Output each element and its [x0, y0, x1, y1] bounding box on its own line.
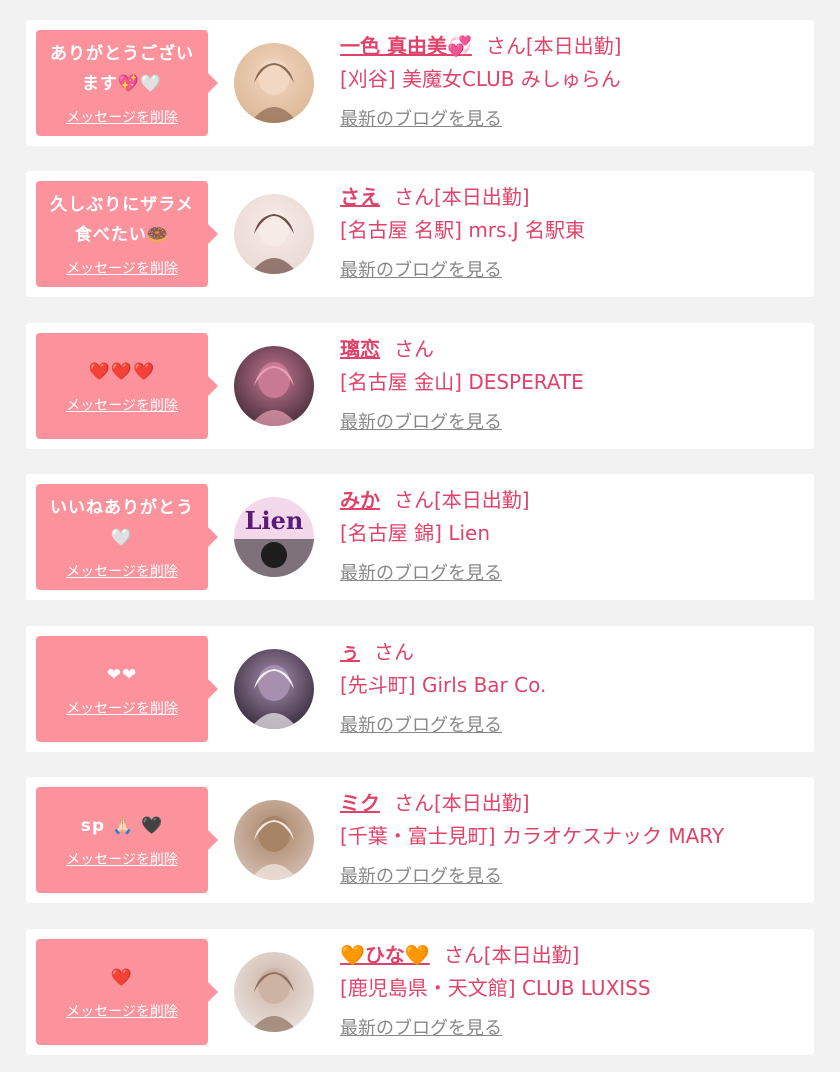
message-card: いいねありがとう 🤍 メッセージを削除 Lien みか さん[本日出勤] [名古屋…: [26, 474, 814, 600]
message-text: ありがとうござい ます💖🤍: [50, 44, 194, 94]
status-text: さん[本日出勤]: [485, 34, 622, 58]
cast-info: 一色 真由美💞 さん[本日出勤] [刈谷] 美魔女CLUB みしゅらん 最新のブロ…: [340, 32, 804, 133]
avatar-logo-text: Lien: [245, 506, 304, 535]
greeting-message-list: ありがとうござい ます💖🤍 メッセージを削除 一色 真由美💞 さん[本日出勤] […: [0, 0, 840, 1072]
status-text: さん[本日出勤]: [394, 185, 530, 209]
view-latest-blog-link[interactable]: 最新のブログを見る: [340, 713, 502, 739]
shop-name: [刈谷] 美魔女CLUB みしゅらん: [340, 67, 621, 91]
cast-name-row: 一色 真由美💞 さん[本日出勤]: [340, 32, 804, 60]
delete-message-link[interactable]: メッセージを削除: [66, 698, 178, 718]
cast-info: みか さん[本日出勤] [名古屋 錦] Lien 最新のブログを見る: [340, 486, 804, 587]
cast-name-link[interactable]: ぅ: [340, 640, 360, 664]
message-text: 久しぶりにザラメ 食べたい🍩: [50, 195, 194, 245]
avatar[interactable]: [234, 952, 314, 1032]
cast-name-link[interactable]: 一色 真由美💞: [340, 34, 472, 58]
shop-name: [名古屋 金山] DESPERATE: [340, 370, 584, 394]
delete-message-link[interactable]: メッセージを削除: [66, 561, 178, 581]
delete-message-link[interactable]: メッセージを削除: [66, 107, 178, 127]
message-text: いいねありがとう 🤍: [50, 498, 194, 548]
cast-name-row: みか さん[本日出勤]: [340, 486, 804, 514]
delete-message-link[interactable]: メッセージを削除: [66, 395, 178, 415]
view-latest-blog-link[interactable]: 最新のブログを見る: [340, 1016, 502, 1042]
shop-name: [名古屋 名駅] mrs.J 名駅東: [340, 218, 586, 242]
status-text: さん: [374, 640, 414, 664]
message-bubble: ❤︎❤︎ メッセージを削除: [36, 636, 218, 742]
message-bubble: sp 🙏🏻 🖤 メッセージを削除: [36, 787, 218, 893]
status-text: さん[本日出勤]: [394, 488, 530, 512]
message-card: ❤️❤️❤️ メッセージを削除 璃恋 さん [名古屋 金山] DESPERATE …: [26, 323, 814, 449]
shop-name: [名古屋 錦] Lien: [340, 521, 490, 545]
cast-name-link[interactable]: さえ: [340, 185, 380, 209]
message-card: ありがとうござい ます💖🤍 メッセージを削除 一色 真由美💞 さん[本日出勤] […: [26, 20, 814, 146]
avatar[interactable]: [234, 800, 314, 880]
delete-message-link[interactable]: メッセージを削除: [66, 1001, 178, 1021]
shop-name: [千葉・富士見町] カラオケスナック MARY: [340, 824, 725, 848]
view-latest-blog-link[interactable]: 最新のブログを見る: [340, 258, 502, 284]
message-card: 久しぶりにザラメ 食べたい🍩 メッセージを削除 さえ さん[本日出勤] [名古屋 …: [26, 171, 814, 297]
cast-name-link[interactable]: 璃恋: [340, 337, 380, 361]
message-text: ❤️: [110, 968, 134, 988]
cast-name-row: 璃恋 さん: [340, 335, 804, 363]
cast-name-row: 🧡ひな🧡 さん[本日出勤]: [340, 941, 804, 969]
cast-name-link[interactable]: 🧡ひな🧡: [340, 943, 430, 967]
cast-info: ミク さん[本日出勤] [千葉・富士見町] カラオケスナック MARY 最新のブロ…: [340, 789, 804, 890]
message-card: ❤️ メッセージを削除 🧡ひな🧡 さん[本日出勤] [鹿児島県・天文館] CLUB…: [26, 929, 814, 1055]
cast-name-row: さえ さん[本日出勤]: [340, 183, 804, 211]
shop-name: [鹿児島県・天文館] CLUB LUXISS: [340, 976, 651, 1000]
shop-name: [先斗町] Girls Bar Co.: [340, 673, 547, 697]
view-latest-blog-link[interactable]: 最新のブログを見る: [340, 864, 502, 890]
message-card: ❤︎❤︎ メッセージを削除 ぅさん [先斗町] Girls Bar Co. 最新…: [26, 626, 814, 752]
message-bubble: ❤️ メッセージを削除: [36, 939, 218, 1045]
cast-name-link[interactable]: ミク: [340, 791, 380, 815]
status-text: さん[本日出勤]: [394, 791, 530, 815]
view-latest-blog-link[interactable]: 最新のブログを見る: [340, 410, 502, 436]
status-text: さん: [394, 337, 434, 361]
message-bubble: 久しぶりにザラメ 食べたい🍩 メッセージを削除: [36, 181, 218, 287]
delete-message-link[interactable]: メッセージを削除: [66, 258, 178, 278]
cast-info: 🧡ひな🧡 さん[本日出勤] [鹿児島県・天文館] CLUB LUXISS 最新のブ…: [340, 941, 804, 1042]
cast-info: ぅさん [先斗町] Girls Bar Co. 最新のブログを見る: [340, 638, 804, 739]
cast-name-link[interactable]: みか: [340, 488, 380, 512]
message-text: sp 🙏🏻 🖤: [80, 816, 164, 836]
message-text: ❤︎❤︎: [106, 665, 138, 685]
view-latest-blog-link[interactable]: 最新のブログを見る: [340, 107, 502, 133]
cast-info: さえ さん[本日出勤] [名古屋 名駅] mrs.J 名駅東 最新のブログを見る: [340, 183, 804, 284]
avatar[interactable]: [234, 649, 314, 729]
message-bubble: ❤️❤️❤️ メッセージを削除: [36, 333, 218, 439]
avatar[interactable]: [234, 194, 314, 274]
status-text: さん[本日出勤]: [443, 943, 580, 967]
message-bubble: ありがとうござい ます💖🤍 メッセージを削除: [36, 30, 218, 136]
avatar[interactable]: [234, 346, 314, 426]
message-card: sp 🙏🏻 🖤 メッセージを削除 ミク さん[本日出勤] [千葉・富士見町] カラ…: [26, 777, 814, 903]
message-bubble: いいねありがとう 🤍 メッセージを削除: [36, 484, 218, 590]
avatar[interactable]: Lien: [234, 497, 314, 577]
view-latest-blog-link[interactable]: 最新のブログを見る: [340, 561, 502, 587]
cast-name-row: ぅさん: [340, 638, 804, 666]
avatar[interactable]: [234, 43, 314, 123]
message-text: ❤️❤️❤️: [88, 362, 156, 382]
delete-message-link[interactable]: メッセージを削除: [66, 849, 178, 869]
cast-info: 璃恋 さん [名古屋 金山] DESPERATE 最新のブログを見る: [340, 335, 804, 436]
cast-name-row: ミク さん[本日出勤]: [340, 789, 804, 817]
